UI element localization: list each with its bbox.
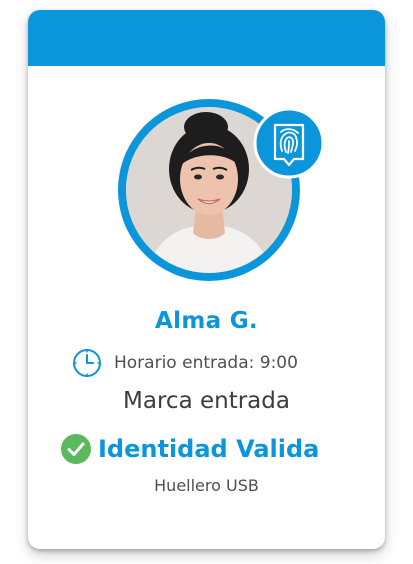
card-header-bar	[28, 10, 385, 66]
employee-card: Alma G. Horario entrada: 9:00 Marca entr…	[28, 10, 385, 549]
clock-icon	[73, 349, 101, 377]
schedule-text: Horario entrada: 9:00	[114, 353, 298, 373]
mark-type-label: Marca entrada	[123, 388, 290, 414]
identity-status: Identidad Valida	[60, 433, 319, 465]
identity-status-text: Identidad Valida	[98, 435, 320, 463]
employee-name: Alma G.	[155, 308, 258, 334]
device-label: Huellero USB	[154, 476, 259, 495]
fingerprint-icon	[253, 107, 325, 179]
check-circle-icon	[61, 434, 91, 464]
fingerprint-badge	[253, 107, 325, 179]
schedule-row: Horario entrada: 9:00	[72, 348, 298, 378]
